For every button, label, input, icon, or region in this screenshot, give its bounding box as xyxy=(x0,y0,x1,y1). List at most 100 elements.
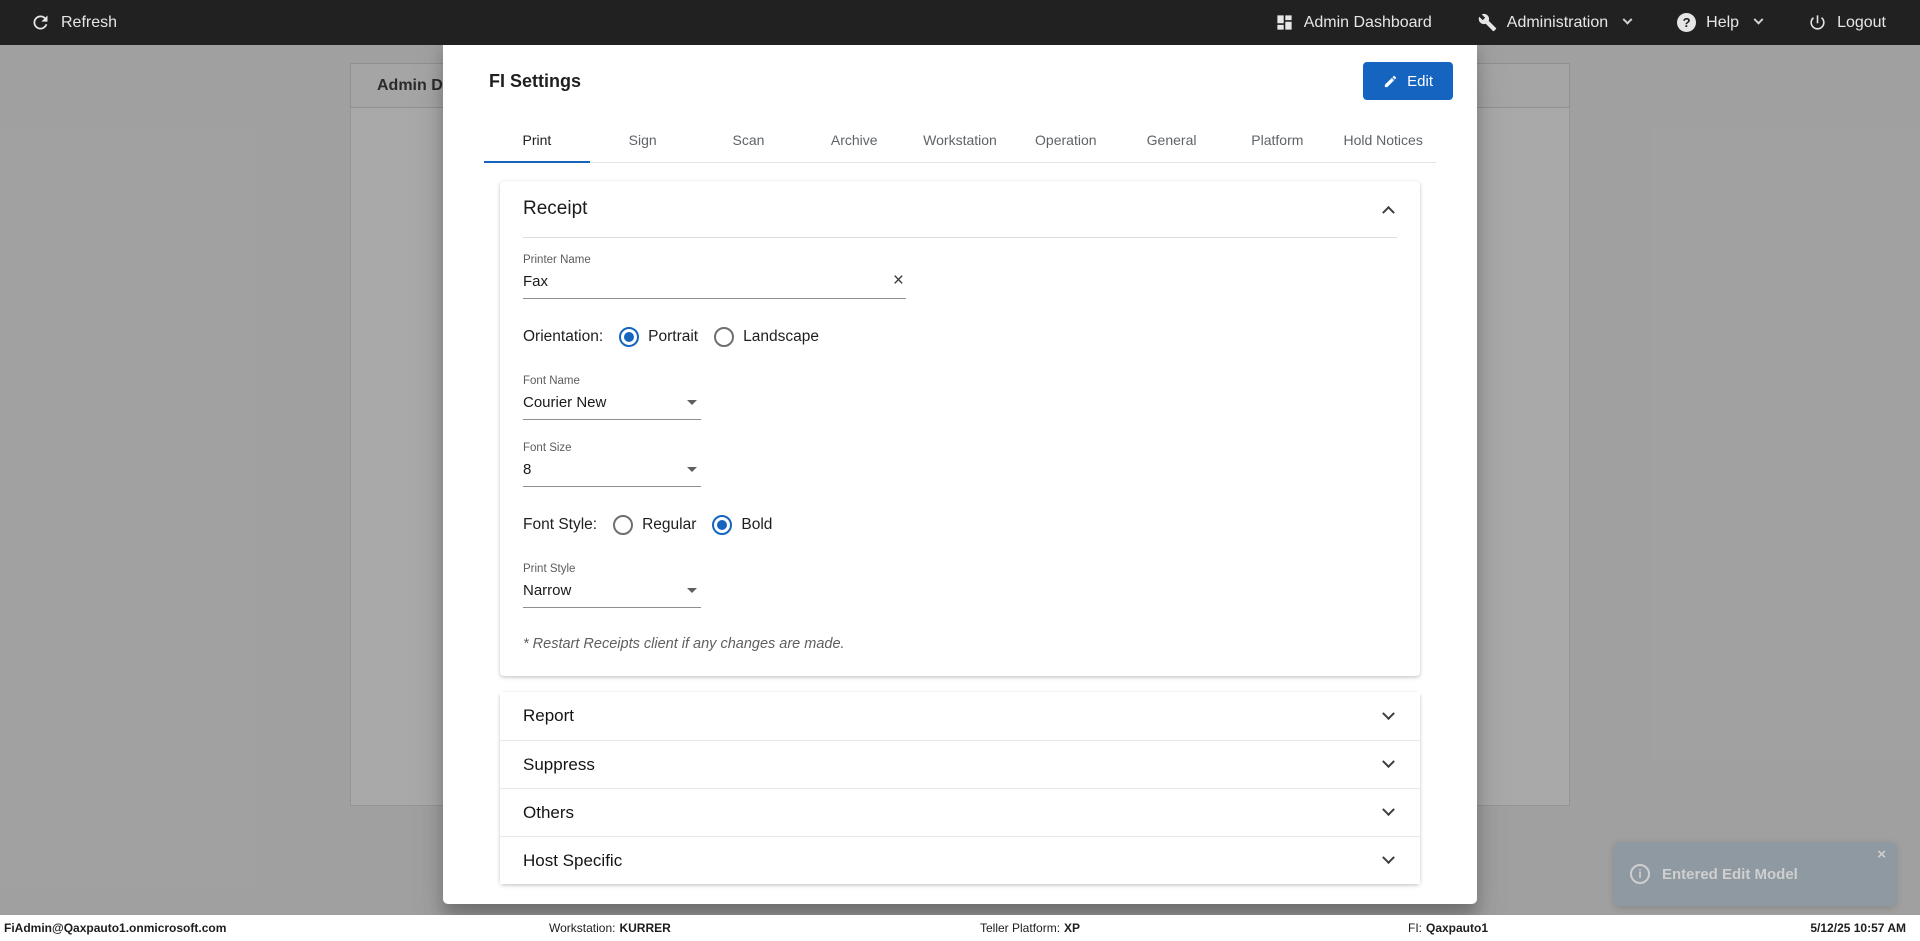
tab-archive[interactable]: Archive xyxy=(801,117,907,162)
help-label: Help xyxy=(1706,13,1740,31)
printer-name-field: Printer Name × xyxy=(523,254,1396,299)
radio-checked-icon xyxy=(712,515,733,535)
logout-label: Logout xyxy=(1837,13,1886,31)
report-panel-title: Report xyxy=(523,706,575,725)
chevron-down-icon xyxy=(1382,755,1395,769)
chevron-down-icon xyxy=(1382,851,1395,865)
help-menu[interactable]: ? Help xyxy=(1677,13,1764,32)
printer-name-input[interactable] xyxy=(523,270,906,299)
print-style-label: Print Style xyxy=(523,563,576,575)
dialog-body: Print Sign Scan Archive Workstation Oper… xyxy=(443,117,1477,884)
host-specific-panel-header[interactable]: Host Specific xyxy=(500,836,1420,884)
tab-general[interactable]: General xyxy=(1119,117,1225,162)
refresh-icon xyxy=(30,12,51,33)
chevron-down-icon xyxy=(1622,14,1633,25)
collapsed-panels: Report Suppress Others Host Specific xyxy=(500,692,1420,884)
dropdown-arrow-icon xyxy=(687,588,697,593)
others-panel-header[interactable]: Others xyxy=(500,788,1420,836)
accordion-area: Receipt Printer Name × Ori xyxy=(500,181,1420,884)
power-icon xyxy=(1808,13,1827,32)
tab-operation[interactable]: Operation xyxy=(1013,117,1119,162)
status-bar: FiAdmin@Qaxpauto1.onmicrosoft.com Workst… xyxy=(0,915,1920,941)
orientation-portrait-radio[interactable]: Portrait xyxy=(619,327,698,347)
status-teller-platform: Teller Platform: XP xyxy=(980,921,1080,935)
status-workstation: Workstation: KURRER xyxy=(549,921,671,935)
info-icon: i xyxy=(1630,864,1650,884)
topbar: Refresh Admin Dashboard Administration ?… xyxy=(0,0,1920,45)
tab-sign[interactable]: Sign xyxy=(590,117,696,162)
wrench-icon xyxy=(1478,13,1497,32)
status-datetime: 5/12/25 10:57 AM xyxy=(1810,921,1906,935)
font-name-field: Font Name Courier New xyxy=(523,375,1396,420)
refresh-button[interactable]: Refresh xyxy=(30,12,117,33)
logout-button[interactable]: Logout xyxy=(1808,13,1886,32)
orientation-landscape-radio[interactable]: Landscape xyxy=(714,327,819,347)
radio-checked-icon xyxy=(619,327,640,347)
font-style-regular-radio[interactable]: Regular xyxy=(613,515,696,535)
tab-workstation[interactable]: Workstation xyxy=(907,117,1013,162)
suppress-panel-title: Suppress xyxy=(523,754,595,774)
printer-name-label: Printer Name xyxy=(523,254,591,266)
tab-platform[interactable]: Platform xyxy=(1224,117,1330,162)
edit-button[interactable]: Edit xyxy=(1363,62,1453,100)
print-style-field: Print Style Narrow xyxy=(523,563,1396,608)
dropdown-arrow-icon xyxy=(687,467,697,472)
toast-notification: i Entered Edit Model × xyxy=(1614,842,1896,906)
pencil-icon xyxy=(1383,74,1398,89)
font-name-label: Font Name xyxy=(523,375,580,387)
font-name-select[interactable]: Courier New xyxy=(523,391,701,420)
font-name-value: Courier New xyxy=(523,394,607,411)
clear-icon[interactable]: × xyxy=(893,271,904,290)
status-fi: FI: Qaxpauto1 xyxy=(1408,921,1488,935)
orientation-portrait-label: Portrait xyxy=(648,328,699,345)
host-specific-panel-title: Host Specific xyxy=(523,850,623,870)
restart-note: * Restart Receipts client if any changes… xyxy=(523,636,845,652)
others-panel-title: Others xyxy=(523,802,575,822)
dropdown-arrow-icon xyxy=(687,400,697,405)
tab-scan[interactable]: Scan xyxy=(696,117,802,162)
font-size-label: Font Size xyxy=(523,442,572,454)
status-user: FiAdmin@Qaxpauto1.onmicrosoft.com xyxy=(4,921,227,935)
font-size-select[interactable]: 8 xyxy=(523,458,701,487)
toast-close-icon[interactable]: × xyxy=(1877,846,1886,863)
chevron-down-icon xyxy=(1382,706,1395,720)
font-style-bold-radio[interactable]: Bold xyxy=(712,515,772,535)
dialog-header: FI Settings Edit xyxy=(443,37,1477,117)
receipt-panel-title: Receipt xyxy=(523,198,588,219)
report-panel-header[interactable]: Report xyxy=(500,692,1420,740)
chevron-down-icon xyxy=(1753,14,1764,25)
orientation-field: Orientation: Portrait Landscape xyxy=(523,327,1396,347)
teller-platform-label: Teller Platform: xyxy=(980,921,1061,935)
tab-hold-notices[interactable]: Hold Notices xyxy=(1330,117,1436,162)
chevron-up-icon xyxy=(1382,205,1395,219)
tab-print[interactable]: Print xyxy=(484,117,590,163)
topbar-right: Admin Dashboard Administration ? Help Lo… xyxy=(1275,13,1886,32)
font-style-regular-label: Regular xyxy=(642,516,697,533)
suppress-panel-header[interactable]: Suppress xyxy=(500,740,1420,788)
print-style-select[interactable]: Narrow xyxy=(523,579,701,608)
font-style-field: Font Style: Regular Bold xyxy=(523,515,1396,535)
chevron-down-icon xyxy=(1382,803,1395,817)
admin-dashboard-link[interactable]: Admin Dashboard xyxy=(1275,13,1432,32)
admin-dashboard-label: Admin Dashboard xyxy=(1303,13,1432,31)
orientation-label: Orientation: xyxy=(523,328,604,345)
toast-message: Entered Edit Model xyxy=(1662,865,1798,883)
settings-tabs: Print Sign Scan Archive Workstation Oper… xyxy=(484,117,1436,163)
administration-label: Administration xyxy=(1506,13,1609,31)
administration-menu[interactable]: Administration xyxy=(1478,13,1633,32)
radio-unchecked-icon xyxy=(714,327,735,347)
receipt-form: Printer Name × Orientation: Portrait xyxy=(500,238,1420,676)
fi-label: FI: xyxy=(1408,921,1422,935)
fi-settings-dialog: FI Settings Edit Print Sign Scan Archive… xyxy=(443,37,1477,904)
refresh-label: Refresh xyxy=(61,13,118,31)
print-style-value: Narrow xyxy=(523,582,572,599)
font-style-label: Font Style: xyxy=(523,516,598,533)
receipt-panel: Receipt Printer Name × Ori xyxy=(500,181,1420,676)
font-size-value: 8 xyxy=(523,461,532,478)
workstation-label: Workstation: xyxy=(549,921,616,935)
dialog-title: FI Settings xyxy=(489,70,582,91)
font-size-field: Font Size 8 xyxy=(523,442,1396,487)
orientation-landscape-label: Landscape xyxy=(743,328,819,345)
fi-value: Qaxpauto1 xyxy=(1426,921,1489,935)
receipt-panel-header[interactable]: Receipt xyxy=(500,181,1420,237)
